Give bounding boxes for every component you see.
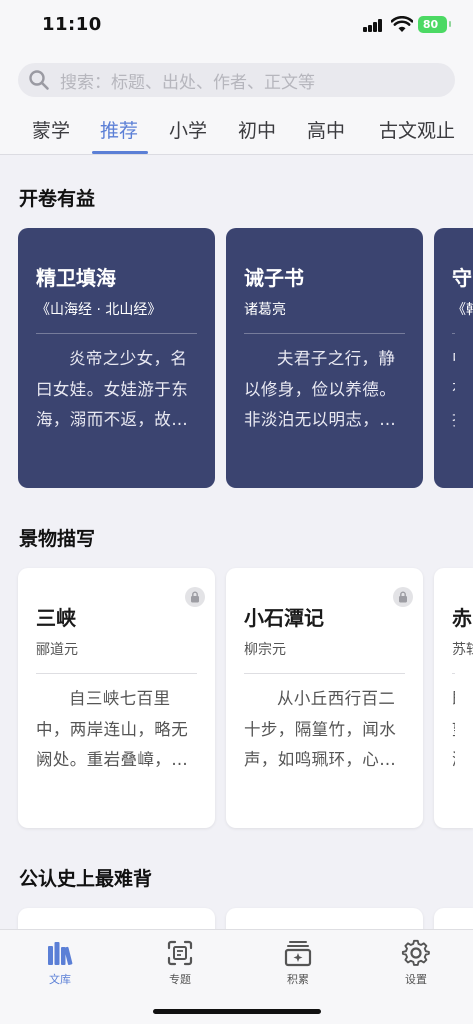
battery-icon: 80 <box>418 16 451 33</box>
status-time: 11:10 <box>42 14 102 35</box>
card-divider <box>36 673 197 674</box>
card-excerpt: 既望游于 <box>452 684 455 776</box>
tabbar-collection[interactable]: 积累 <box>268 938 328 987</box>
tab-primary[interactable]: 小学 <box>169 116 207 143</box>
tabbar-label: 积累 <box>287 973 309 986</box>
card-title: 三峡 <box>36 606 76 630</box>
search-bar[interactable]: 搜索：标题、出处、作者、正文等 <box>18 63 455 97</box>
section-title: 开卷有益 <box>19 188 96 210</box>
card-title: 小石潭记 <box>244 606 324 630</box>
card-title: 诫子书 <box>244 266 304 290</box>
card-source: 郦道元 <box>36 642 78 658</box>
lock-icon <box>185 587 205 607</box>
card-source: 柳宗元 <box>244 642 286 658</box>
card-excerpt: 自三峡七百里中，两岸连山，略无阙处。重岩叠嶂，… <box>36 689 189 769</box>
tab-mengxue[interactable]: 蒙学 <box>32 116 70 143</box>
cellular-signal-icon <box>363 19 383 32</box>
card-source: 《韩 <box>452 302 473 318</box>
section-title: 景物描写 <box>19 528 96 550</box>
card-divider <box>244 673 405 674</box>
collection-box-icon <box>284 941 312 967</box>
search-placeholder: 搜索：标题、出处、作者、正文等 <box>60 72 315 93</box>
home-indicator <box>153 1009 321 1014</box>
card-divider <box>244 333 405 334</box>
status-bar: 11:10 80 <box>0 0 473 52</box>
card-source: 苏轼 <box>452 642 473 658</box>
card-excerpt: 从小丘西行百二十步，隔篁竹，闻水声，如鸣珮环，心… <box>244 689 397 769</box>
card-excerpt: 炎帝之少女，名曰女娃。女娃游于东海，溺而不返，故… <box>36 349 189 429</box>
tab-recommended[interactable]: 推荐 <box>100 116 138 143</box>
card-title: 精卫填海 <box>36 266 116 290</box>
tab-junior-high[interactable]: 初中 <box>238 116 276 143</box>
tabbar-topics[interactable]: 专题 <box>150 938 210 987</box>
header: 搜索：标题、出处、作者、正文等 蒙学 推荐 小学 初中 高中 古文观止 <box>0 52 473 155</box>
card-title: 守 <box>452 266 472 290</box>
battery-level: 80 <box>422 18 439 31</box>
tabbar-label: 文库 <box>49 973 71 986</box>
tabbar-label: 设置 <box>405 973 427 986</box>
article-card[interactable]: 诫子书 诸葛亮 夫君子之行，静以修身，俭以养德。非淡泊无以明志，… <box>226 228 423 488</box>
article-card[interactable]: 三峡 郦道元 自三峡七百里中，两岸连山，略无阙处。重岩叠嶂，… <box>18 568 215 828</box>
search-icon <box>29 70 49 90</box>
lock-icon <box>393 587 413 607</box>
card-divider <box>452 333 455 334</box>
tabbar-library[interactable]: 文库 <box>30 938 90 987</box>
card-divider <box>452 673 455 674</box>
card-title: 赤 <box>452 606 472 630</box>
card-divider <box>36 333 197 334</box>
tabbar-label: 专题 <box>169 973 191 986</box>
article-card[interactable]: 守 《韩 中有折颈 <box>434 228 473 488</box>
article-card[interactable]: 精卫填海 《山海经 · 北山经》 炎帝之少女，名曰女娃。女娃游于东海，溺而不返，… <box>18 228 215 488</box>
active-tab-indicator <box>92 151 148 154</box>
topic-scan-icon <box>167 940 193 966</box>
article-card[interactable]: 小石潭记 柳宗元 从小丘西行百二十步，隔篁竹，闻水声，如鸣珮环，心… <box>226 568 423 828</box>
library-icon <box>48 942 73 966</box>
tabbar-settings[interactable]: 设置 <box>386 938 446 987</box>
article-card[interactable]: 赤 苏轼 既望游于 <box>434 568 473 828</box>
tab-senior-high[interactable]: 高中 <box>307 116 345 143</box>
card-excerpt: 中有折颈 <box>452 344 455 436</box>
category-tabs: 蒙学 推荐 小学 初中 高中 古文观止 <box>0 114 473 154</box>
wifi-icon <box>391 16 413 32</box>
card-source: 诸葛亮 <box>244 302 286 318</box>
tab-guwenguanzhi[interactable]: 古文观止 <box>379 116 455 143</box>
gear-icon <box>401 939 430 966</box>
card-excerpt: 夫君子之行，静以修身，俭以养德。非淡泊无以明志，… <box>244 349 397 429</box>
section-title: 公认史上最难背 <box>19 868 153 890</box>
card-source: 《山海经 · 北山经》 <box>36 302 162 318</box>
